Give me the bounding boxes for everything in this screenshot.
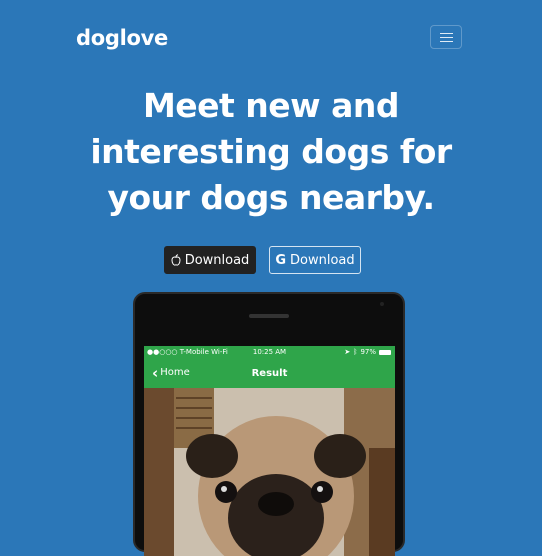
android-download-button[interactable]: G Download xyxy=(269,246,361,274)
nav-title: Result xyxy=(251,368,288,379)
hamburger-icon xyxy=(439,32,453,34)
status-battery-percent: 97% xyxy=(360,348,376,356)
phone-mockup: ●●○○○ T-Mobile Wi-Fi 10:25 AM ➤ ᛒ 97% ‹ … xyxy=(133,292,405,556)
bluetooth-icon: ᛒ xyxy=(353,348,358,356)
phone-screen: ●●○○○ T-Mobile Wi-Fi 10:25 AM ➤ ᛒ 97% ‹ … xyxy=(144,346,395,556)
ios-download-label: Download xyxy=(184,252,250,268)
android-download-label: Download xyxy=(290,252,355,268)
headline-line-1: Meet new and xyxy=(142,86,400,125)
pug-photo xyxy=(144,388,395,556)
google-icon: G xyxy=(275,252,287,268)
phone-status-bar: ●●○○○ T-Mobile Wi-Fi 10:25 AM ➤ ᛒ 97% xyxy=(144,346,395,360)
phone-speaker xyxy=(249,314,289,318)
hamburger-menu-button[interactable] xyxy=(430,25,462,49)
status-right: ➤ ᛒ 97% xyxy=(344,348,391,356)
brand-logo[interactable]: doglove xyxy=(76,26,168,50)
location-icon: ➤ xyxy=(344,348,351,356)
headline-line-2: interesting dogs for xyxy=(90,132,452,171)
hero-headline: Meet new and interesting dogs for your d… xyxy=(0,83,542,221)
headline-line-3: your dogs nearby. xyxy=(107,178,435,217)
phone-camera xyxy=(380,302,384,306)
ios-download-button[interactable]: Download xyxy=(164,246,256,274)
phone-nav-bar: ‹ Home Result xyxy=(144,360,395,388)
battery-icon xyxy=(379,349,391,355)
apple-icon xyxy=(171,254,181,266)
